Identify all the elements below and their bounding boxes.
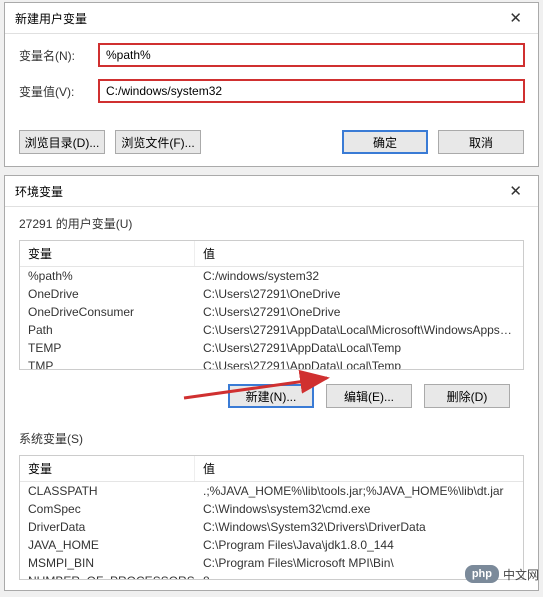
variable-value-label: 变量值(V):: [19, 83, 99, 100]
cell-value: C:\Users\27291\AppData\Local\Temp: [195, 339, 523, 357]
watermark-text: 中文网: [503, 566, 539, 583]
table-row[interactable]: DriverDataC:\Windows\System32\Drivers\Dr…: [20, 518, 523, 536]
edit-button[interactable]: 编辑(E)...: [326, 384, 412, 408]
user-vars-rows: %path%C:/windows/system32OneDriveC:\User…: [20, 267, 523, 370]
col-value[interactable]: 值: [195, 456, 523, 481]
user-vars-section: 27291 的用户变量(U) 变量 值 %path%C:/windows/sys…: [5, 207, 538, 422]
close-icon[interactable]: ✕: [503, 9, 528, 27]
new-user-variable-dialog: 新建用户变量 ✕ 变量名(N): 变量值(V): 浏览目录(D)... 浏览文件…: [4, 2, 539, 167]
cell-value: C:/windows/system32: [195, 267, 523, 285]
watermark-badge: php: [465, 565, 499, 583]
dialog1-body: 变量名(N): 变量值(V):: [5, 34, 538, 122]
table-row[interactable]: CLASSPATH.;%JAVA_HOME%\lib\tools.jar;%JA…: [20, 482, 523, 500]
browse-dir-button[interactable]: 浏览目录(D)...: [19, 130, 105, 154]
env-variables-dialog: 环境变量 ✕ 27291 的用户变量(U) 变量 值 %path%C:/wind…: [4, 175, 539, 591]
variable-value-row: 变量值(V):: [19, 80, 524, 102]
user-vars-label: 27291 的用户变量(U): [19, 215, 524, 232]
cell-value: C:\Windows\system32\cmd.exe: [195, 500, 523, 518]
list-header: 变量 值: [20, 241, 523, 267]
cell-name: TEMP: [20, 339, 195, 357]
cell-value: C:\Users\27291\OneDrive: [195, 285, 523, 303]
cell-value: C:\Users\27291\AppData\Local\Temp: [195, 357, 523, 370]
dialog2-titlebar: 环境变量 ✕: [5, 176, 538, 207]
watermark: php 中文网: [465, 565, 539, 583]
cell-name: MSMPI_BIN: [20, 554, 195, 572]
table-row[interactable]: OneDriveConsumerC:\Users\27291\OneDrive: [20, 303, 523, 321]
sys-vars-list[interactable]: 变量 值 CLASSPATH.;%JAVA_HOME%\lib\tools.ja…: [19, 455, 524, 580]
table-row[interactable]: TEMPC:\Users\27291\AppData\Local\Temp: [20, 339, 523, 357]
table-row[interactable]: PathC:\Users\27291\AppData\Local\Microso…: [20, 321, 523, 339]
ok-button[interactable]: 确定: [342, 130, 428, 154]
browse-file-button[interactable]: 浏览文件(F)...: [115, 130, 201, 154]
cell-name: OneDrive: [20, 285, 195, 303]
user-vars-list[interactable]: 变量 值 %path%C:/windows/system32OneDriveC:…: [19, 240, 524, 370]
variable-value-input[interactable]: [99, 80, 524, 102]
cell-value: C:\Program Files\Java\jdk1.8.0_144: [195, 536, 523, 554]
dialog1-titlebar: 新建用户变量 ✕: [5, 3, 538, 34]
cell-name: CLASSPATH: [20, 482, 195, 500]
sys-vars-label: 系统变量(S): [19, 430, 524, 447]
variable-name-row: 变量名(N):: [19, 44, 524, 66]
dialog1-title: 新建用户变量: [15, 10, 87, 27]
table-row[interactable]: NUMBER_OF_PROCESSORS8: [20, 572, 523, 580]
cell-value: C:\Windows\System32\Drivers\DriverData: [195, 518, 523, 536]
table-row[interactable]: TMPC:\Users\27291\AppData\Local\Temp: [20, 357, 523, 370]
table-row[interactable]: OneDriveC:\Users\27291\OneDrive: [20, 285, 523, 303]
cell-name: ComSpec: [20, 500, 195, 518]
col-variable[interactable]: 变量: [20, 241, 195, 266]
delete-button[interactable]: 删除(D): [424, 384, 510, 408]
sys-vars-rows: CLASSPATH.;%JAVA_HOME%\lib\tools.jar;%JA…: [20, 482, 523, 580]
list-header: 变量 值: [20, 456, 523, 482]
new-button[interactable]: 新建(N)...: [228, 384, 314, 408]
table-row[interactable]: ComSpecC:\Windows\system32\cmd.exe: [20, 500, 523, 518]
dialog1-buttons: 浏览目录(D)... 浏览文件(F)... 确定 取消: [5, 122, 538, 166]
table-row[interactable]: MSMPI_BINC:\Program Files\Microsoft MPI\…: [20, 554, 523, 572]
cell-name: TMP: [20, 357, 195, 370]
cell-name: JAVA_HOME: [20, 536, 195, 554]
variable-name-label: 变量名(N):: [19, 47, 99, 64]
cancel-button[interactable]: 取消: [438, 130, 524, 154]
table-row[interactable]: %path%C:/windows/system32: [20, 267, 523, 285]
user-vars-actions: 新建(N)... 编辑(E)... 删除(D): [19, 370, 524, 412]
close-icon[interactable]: ✕: [503, 182, 528, 200]
col-value[interactable]: 值: [195, 241, 523, 266]
col-variable[interactable]: 变量: [20, 456, 195, 481]
cell-value: C:\Users\27291\OneDrive: [195, 303, 523, 321]
table-row[interactable]: JAVA_HOMEC:\Program Files\Java\jdk1.8.0_…: [20, 536, 523, 554]
cell-value: .;%JAVA_HOME%\lib\tools.jar;%JAVA_HOME%\…: [195, 482, 523, 500]
sys-vars-section: 系统变量(S) 变量 值 CLASSPATH.;%JAVA_HOME%\lib\…: [5, 422, 538, 590]
cell-value: C:\Users\27291\AppData\Local\Microsoft\W…: [195, 321, 523, 339]
variable-name-input[interactable]: [99, 44, 524, 66]
cell-name: DriverData: [20, 518, 195, 536]
cell-name: NUMBER_OF_PROCESSORS: [20, 572, 195, 580]
cell-name: Path: [20, 321, 195, 339]
cell-name: OneDriveConsumer: [20, 303, 195, 321]
cell-name: %path%: [20, 267, 195, 285]
dialog2-title: 环境变量: [15, 183, 63, 200]
